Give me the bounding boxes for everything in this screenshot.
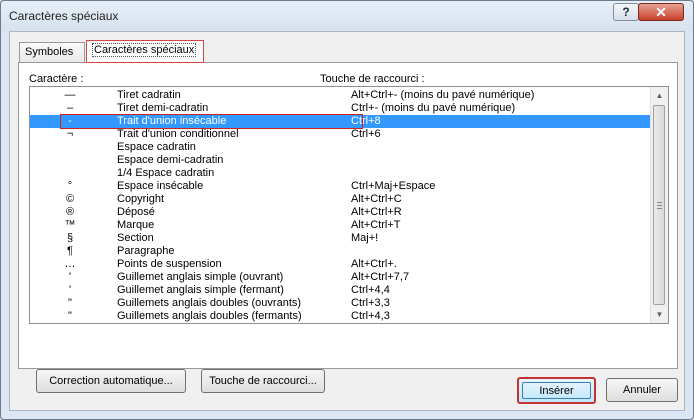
list-item-character: ©	[65, 193, 75, 205]
list-item-character: §	[66, 232, 74, 244]
list-item-shortcut: Alt+Ctrl+R	[351, 206, 402, 218]
tab-caracteres-speciaux[interactable]: Caractères spéciaux	[86, 40, 204, 63]
list-item[interactable]: § Section Maj+!	[30, 232, 652, 245]
list-item-shortcut: Ctrl+8	[351, 115, 381, 127]
list-item-shortcut: Ctrl+- (moins du pavé numérique)	[351, 102, 516, 114]
thumb-grip	[657, 208, 662, 209]
insert-button-label: Insérer	[522, 382, 591, 399]
list-item-shortcut: Ctrl+4,4	[351, 284, 390, 296]
special-characters-list[interactable]: " Guillemets anglais doubles (fermants) Ct…	[29, 86, 669, 324]
list-item-name: Section	[117, 232, 154, 244]
list-item-name: Trait d'union insécable	[117, 115, 227, 127]
list-item-name: Paragraphe	[117, 245, 175, 257]
list-item-character: ¶	[67, 245, 73, 257]
list-item-character: "	[68, 297, 72, 309]
list-item[interactable]: ' Guillemet anglais simple (ouvrant) Alt+C…	[30, 271, 652, 284]
list-item-character: -	[68, 115, 72, 127]
list-item-name: Trait d'union conditionnel	[117, 128, 239, 140]
list-item[interactable]: ¬ Trait d'union conditionnel Ctrl+6	[30, 128, 652, 141]
list-item-character: ™	[64, 219, 76, 231]
list-item-name: Déposé	[117, 206, 155, 218]
list-item-shortcut: Alt+Ctrl+T	[351, 219, 401, 231]
list-item-shortcut: Alt+Ctrl+- (moins du pavé numérique)	[351, 89, 535, 101]
list-item-shortcut: Ctrl+Maj+Espace	[351, 180, 436, 192]
list-item[interactable]: Espace demi-cadratin	[30, 154, 652, 167]
list-item-name: Guillemets anglais doubles (ouvrants)	[117, 297, 302, 309]
tab-symboles[interactable]: Symboles	[19, 42, 85, 62]
close-button[interactable]: ✕	[638, 3, 684, 21]
list-item-name: Tiret demi-cadratin	[117, 102, 209, 114]
list-item-shortcut: Alt+Ctrl+7,7	[351, 271, 410, 283]
list-item[interactable]: – Tiret demi-cadratin Ctrl+- (moins du pav…	[30, 102, 652, 115]
thumb-grip	[657, 202, 662, 203]
dialog-window: Caractères spéciaux ? ✕ Symboles Caractè…	[0, 0, 694, 420]
list-item[interactable]: - Trait d'union insécable Ctrl+8	[30, 115, 652, 128]
list-item[interactable]: ® Déposé Alt+Ctrl+R	[30, 206, 652, 219]
list-item-shortcut: Maj+!	[351, 232, 379, 244]
tab-symboles-label: Symboles	[25, 46, 74, 58]
dialog-title: Caractères spéciaux	[9, 9, 119, 23]
list-item-name: Tiret cadratin	[117, 89, 181, 101]
list-item[interactable]: ™ Marque Alt+Ctrl+T	[30, 219, 652, 232]
vertical-scrollbar[interactable]: ▲ ▼	[650, 87, 668, 323]
column-header-shortcut: Touche de raccourci :	[320, 73, 425, 85]
title-bar: Caractères spéciaux ? ✕	[1, 1, 693, 31]
list-item[interactable]: " Guillemets anglais doubles (ouvrants) Ct…	[30, 297, 652, 310]
list-item-character: —	[64, 89, 76, 101]
list-item-name: Guillemet anglais simple (fermant)	[117, 284, 284, 296]
list-item-character: '	[68, 271, 72, 283]
list-item-shortcut: Ctrl+4,3	[351, 310, 390, 322]
list-item[interactable]: ° Espace insécable Ctrl+Maj+Espace	[30, 180, 652, 193]
list-item-character: "	[68, 310, 72, 322]
list-item-name: Copyright	[117, 193, 165, 205]
list-item-character: ®	[65, 206, 75, 218]
list-item-name: Marque	[117, 219, 155, 231]
help-button[interactable]: ?	[613, 3, 639, 21]
insert-button[interactable]: Insérer	[517, 377, 596, 404]
list-item-name: Guillemet anglais simple (ouvrant)	[117, 271, 284, 283]
dialog-client-area: Symboles Caractères spéciaux Caractère :…	[9, 31, 685, 411]
list-item-character: …	[64, 258, 76, 270]
list-item[interactable]: ¶ Paragraphe	[30, 245, 652, 258]
scrollbar-thumb[interactable]	[653, 105, 665, 305]
cancel-button[interactable]: Annuler	[606, 378, 678, 402]
list-item[interactable]: ' Guillemet anglais simple (fermant) Ctrl+…	[30, 284, 652, 297]
tab-caracteres-speciaux-label: Caractères spéciaux	[92, 43, 197, 57]
list-item-character: –	[66, 102, 74, 114]
list-item-shortcut: Alt+Ctrl+C	[351, 193, 402, 205]
thumb-grip	[657, 205, 662, 206]
list-item-name: Points de suspension	[117, 258, 222, 270]
list-item-shortcut: Alt+Ctrl+.	[351, 258, 397, 270]
list-item-name: Guillemets anglais doubles (fermants)	[117, 310, 302, 322]
list-item-name: 1/4 Espace cadratin	[117, 167, 215, 179]
list-item-name: Espace insécable	[117, 180, 204, 192]
list-item-shortcut: Ctrl+6	[351, 128, 381, 140]
list-item[interactable]: " Guillemets anglais doubles (fermants) Ct…	[30, 310, 652, 323]
scroll-up-icon[interactable]: ▲	[651, 87, 668, 104]
scroll-down-icon[interactable]: ▼	[651, 306, 668, 323]
list-item[interactable]: © Copyright Alt+Ctrl+C	[30, 193, 652, 206]
list-item[interactable]: 1/4 Espace cadratin	[30, 167, 652, 180]
column-header-character: Caractère :	[29, 73, 84, 85]
list-item[interactable]: … Points de suspension Alt+Ctrl+.	[30, 258, 652, 271]
list-item-character: ¬	[66, 128, 74, 140]
list-item-name: Espace demi-cadratin	[117, 154, 224, 166]
shortcut-key-button[interactable]: Touche de raccourci...	[201, 369, 325, 393]
list-item[interactable]: Espace cadratin	[30, 141, 652, 154]
list-item-shortcut: Ctrl+3,3	[351, 297, 390, 309]
list-item-name: Espace cadratin	[117, 141, 196, 153]
list-item-character: '	[68, 284, 72, 296]
autocorrect-button[interactable]: Correction automatique...	[36, 369, 186, 393]
list-item[interactable]: — Tiret cadratin Alt+Ctrl+- (moins du pavé…	[30, 89, 652, 102]
tab-panel: Caractère : Touche de raccourci : " Guill…	[18, 62, 678, 393]
list-item-character: °	[67, 180, 73, 192]
